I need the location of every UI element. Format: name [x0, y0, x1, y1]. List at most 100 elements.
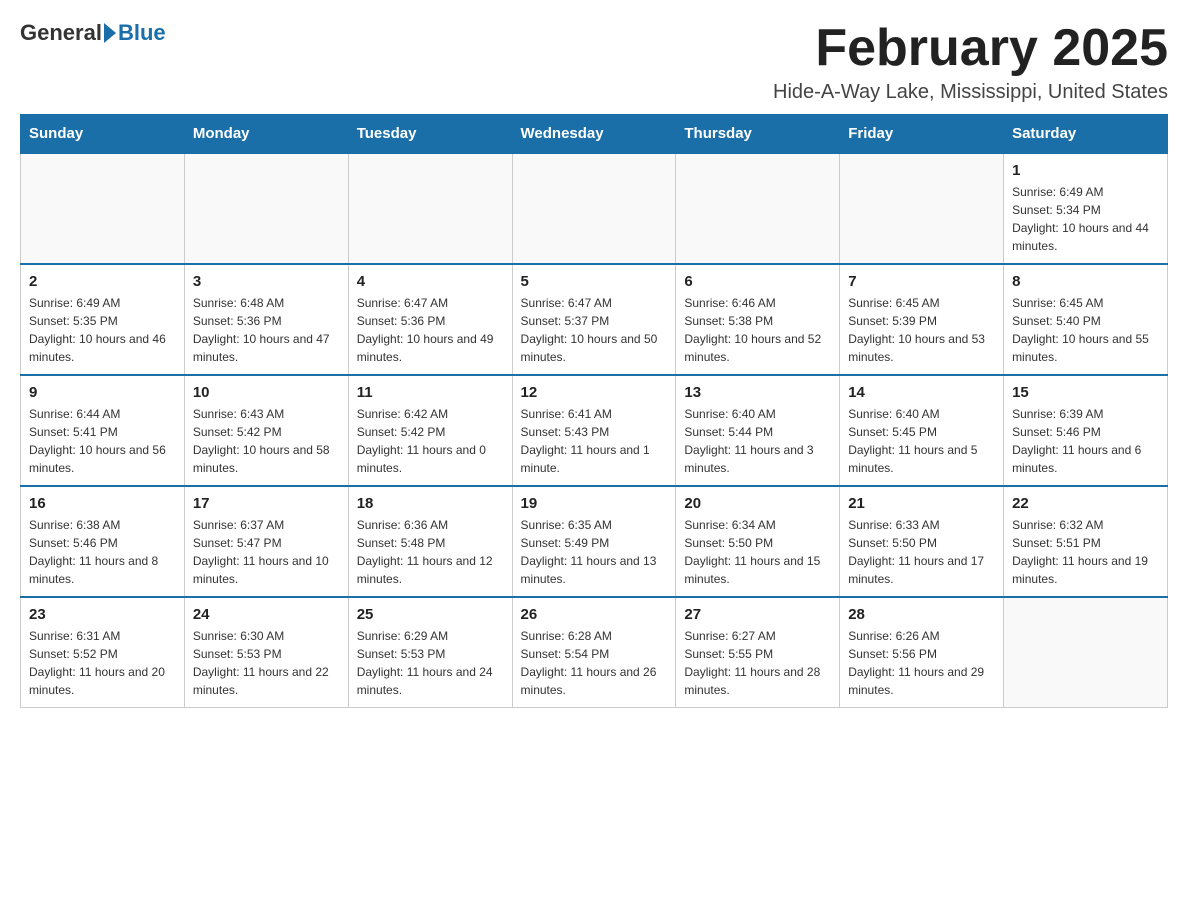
day-info: Sunrise: 6:35 AM Sunset: 5:49 PM Dayligh… — [521, 516, 668, 588]
calendar-week-row: 9Sunrise: 6:44 AM Sunset: 5:41 PM Daylig… — [21, 375, 1168, 486]
day-info: Sunrise: 6:30 AM Sunset: 5:53 PM Dayligh… — [193, 627, 340, 699]
calendar-cell — [348, 153, 512, 264]
day-info: Sunrise: 6:49 AM Sunset: 5:35 PM Dayligh… — [29, 294, 176, 366]
logo-arrow-icon — [104, 23, 116, 43]
day-info: Sunrise: 6:42 AM Sunset: 5:42 PM Dayligh… — [357, 405, 504, 477]
calendar-cell — [184, 153, 348, 264]
day-info: Sunrise: 6:33 AM Sunset: 5:50 PM Dayligh… — [848, 516, 995, 588]
day-number: 9 — [29, 384, 176, 401]
calendar-cell: 10 Sunrise: 6:43 AM Sunset: 5:42 PM Dayli… — [184, 375, 348, 486]
month-title: February 2025 — [773, 20, 1168, 77]
day-info: Sunrise: 6:45 AM Sunset: 5:39 PM Dayligh… — [848, 294, 995, 366]
calendar-cell: 11 Sunrise: 6:42 AM Sunset: 5:42 PM Dayli… — [348, 375, 512, 486]
weekday-header-friday: Friday — [840, 115, 1004, 154]
calendar-cell — [840, 153, 1004, 264]
logo-blue-text: Blue — [118, 20, 166, 46]
day-number: 17 — [193, 495, 340, 512]
day-number: 10 — [193, 384, 340, 401]
logo-general-text: General — [20, 20, 102, 46]
calendar-cell: 1 Sunrise: 6:49 AM Sunset: 5:34 PM Daylig… — [1004, 153, 1168, 264]
calendar-cell: 15 Sunrise: 6:39 AM Sunset: 5:46 PM Dayli… — [1004, 375, 1168, 486]
weekday-header-saturday: Saturday — [1004, 115, 1168, 154]
day-number: 11 — [357, 384, 504, 401]
calendar-cell — [676, 153, 840, 264]
day-number: 2 — [29, 273, 176, 290]
day-number: 24 — [193, 606, 340, 623]
calendar-cell: 7 Sunrise: 6:45 AM Sunset: 5:39 PM Daylig… — [840, 264, 1004, 375]
day-info: Sunrise: 6:41 AM Sunset: 5:43 PM Dayligh… — [521, 405, 668, 477]
day-info: Sunrise: 6:32 AM Sunset: 5:51 PM Dayligh… — [1012, 516, 1159, 588]
calendar-table: SundayMondayTuesdayWednesdayThursdayFrid… — [20, 114, 1168, 708]
day-info: Sunrise: 6:27 AM Sunset: 5:55 PM Dayligh… — [684, 627, 831, 699]
calendar-cell — [1004, 597, 1168, 708]
day-number: 21 — [848, 495, 995, 512]
day-info: Sunrise: 6:36 AM Sunset: 5:48 PM Dayligh… — [357, 516, 504, 588]
day-number: 8 — [1012, 273, 1159, 290]
day-number: 6 — [684, 273, 831, 290]
calendar-cell: 16Sunrise: 6:38 AM Sunset: 5:46 PM Dayli… — [21, 486, 185, 597]
weekday-header-monday: Monday — [184, 115, 348, 154]
weekday-header-tuesday: Tuesday — [348, 115, 512, 154]
day-number: 25 — [357, 606, 504, 623]
calendar-cell: 28 Sunrise: 6:26 AM Sunset: 5:56 PM Dayli… — [840, 597, 1004, 708]
calendar-cell: 19 Sunrise: 6:35 AM Sunset: 5:49 PM Dayli… — [512, 486, 676, 597]
logo: General Blue — [20, 20, 166, 46]
day-info: Sunrise: 6:47 AM Sunset: 5:36 PM Dayligh… — [357, 294, 504, 366]
title-block: February 2025 Hide-A-Way Lake, Mississip… — [773, 20, 1168, 104]
calendar-cell: 9Sunrise: 6:44 AM Sunset: 5:41 PM Daylig… — [21, 375, 185, 486]
day-info: Sunrise: 6:38 AM Sunset: 5:46 PM Dayligh… — [29, 516, 176, 588]
day-number: 7 — [848, 273, 995, 290]
day-info: Sunrise: 6:45 AM Sunset: 5:40 PM Dayligh… — [1012, 294, 1159, 366]
day-number: 27 — [684, 606, 831, 623]
day-number: 1 — [1012, 162, 1159, 179]
day-number: 18 — [357, 495, 504, 512]
day-info: Sunrise: 6:46 AM Sunset: 5:38 PM Dayligh… — [684, 294, 831, 366]
weekday-header-sunday: Sunday — [21, 115, 185, 154]
weekday-header-thursday: Thursday — [676, 115, 840, 154]
calendar-cell: 5Sunrise: 6:47 AM Sunset: 5:37 PM Daylig… — [512, 264, 676, 375]
day-number: 28 — [848, 606, 995, 623]
calendar-cell: 27 Sunrise: 6:27 AM Sunset: 5:55 PM Dayli… — [676, 597, 840, 708]
day-number: 23 — [29, 606, 176, 623]
day-info: Sunrise: 6:43 AM Sunset: 5:42 PM Dayligh… — [193, 405, 340, 477]
calendar-cell: 14 Sunrise: 6:40 AM Sunset: 5:45 PM Dayli… — [840, 375, 1004, 486]
day-info: Sunrise: 6:49 AM Sunset: 5:34 PM Dayligh… — [1012, 183, 1159, 255]
calendar-cell: 18 Sunrise: 6:36 AM Sunset: 5:48 PM Dayli… — [348, 486, 512, 597]
calendar-cell: 3Sunrise: 6:48 AM Sunset: 5:36 PM Daylig… — [184, 264, 348, 375]
page-header: General Blue February 2025 Hide-A-Way La… — [20, 20, 1168, 104]
day-info: Sunrise: 6:39 AM Sunset: 5:46 PM Dayligh… — [1012, 405, 1159, 477]
calendar-cell — [512, 153, 676, 264]
calendar-cell: 2 Sunrise: 6:49 AM Sunset: 5:35 PM Daylig… — [21, 264, 185, 375]
day-info: Sunrise: 6:28 AM Sunset: 5:54 PM Dayligh… — [521, 627, 668, 699]
day-number: 14 — [848, 384, 995, 401]
day-number: 19 — [521, 495, 668, 512]
weekday-header-wednesday: Wednesday — [512, 115, 676, 154]
day-number: 15 — [1012, 384, 1159, 401]
day-info: Sunrise: 6:31 AM Sunset: 5:52 PM Dayligh… — [29, 627, 176, 699]
day-number: 12 — [521, 384, 668, 401]
calendar-cell: 25Sunrise: 6:29 AM Sunset: 5:53 PM Dayli… — [348, 597, 512, 708]
calendar-cell: 12 Sunrise: 6:41 AM Sunset: 5:43 PM Dayli… — [512, 375, 676, 486]
calendar-week-row: 16Sunrise: 6:38 AM Sunset: 5:46 PM Dayli… — [21, 486, 1168, 597]
calendar-cell: 23 Sunrise: 6:31 AM Sunset: 5:52 PM Dayli… — [21, 597, 185, 708]
calendar-cell: 4Sunrise: 6:47 AM Sunset: 5:36 PM Daylig… — [348, 264, 512, 375]
calendar-week-row: 23 Sunrise: 6:31 AM Sunset: 5:52 PM Dayli… — [21, 597, 1168, 708]
calendar-cell: 13 Sunrise: 6:40 AM Sunset: 5:44 PM Dayli… — [676, 375, 840, 486]
calendar-cell: 17Sunrise: 6:37 AM Sunset: 5:47 PM Dayli… — [184, 486, 348, 597]
calendar-cell: 22 Sunrise: 6:32 AM Sunset: 5:51 PM Dayli… — [1004, 486, 1168, 597]
day-number: 20 — [684, 495, 831, 512]
day-info: Sunrise: 6:40 AM Sunset: 5:44 PM Dayligh… — [684, 405, 831, 477]
day-number: 26 — [521, 606, 668, 623]
calendar-cell: 24 Sunrise: 6:30 AM Sunset: 5:53 PM Dayli… — [184, 597, 348, 708]
calendar-cell: 8 Sunrise: 6:45 AM Sunset: 5:40 PM Daylig… — [1004, 264, 1168, 375]
day-info: Sunrise: 6:26 AM Sunset: 5:56 PM Dayligh… — [848, 627, 995, 699]
calendar-cell: 20 Sunrise: 6:34 AM Sunset: 5:50 PM Dayli… — [676, 486, 840, 597]
calendar-cell: 26 Sunrise: 6:28 AM Sunset: 5:54 PM Dayli… — [512, 597, 676, 708]
day-number: 5 — [521, 273, 668, 290]
calendar-week-row: 2 Sunrise: 6:49 AM Sunset: 5:35 PM Daylig… — [21, 264, 1168, 375]
location-subtitle: Hide-A-Way Lake, Mississippi, United Sta… — [773, 81, 1168, 104]
day-number: 13 — [684, 384, 831, 401]
day-number: 22 — [1012, 495, 1159, 512]
day-info: Sunrise: 6:40 AM Sunset: 5:45 PM Dayligh… — [848, 405, 995, 477]
day-info: Sunrise: 6:34 AM Sunset: 5:50 PM Dayligh… — [684, 516, 831, 588]
